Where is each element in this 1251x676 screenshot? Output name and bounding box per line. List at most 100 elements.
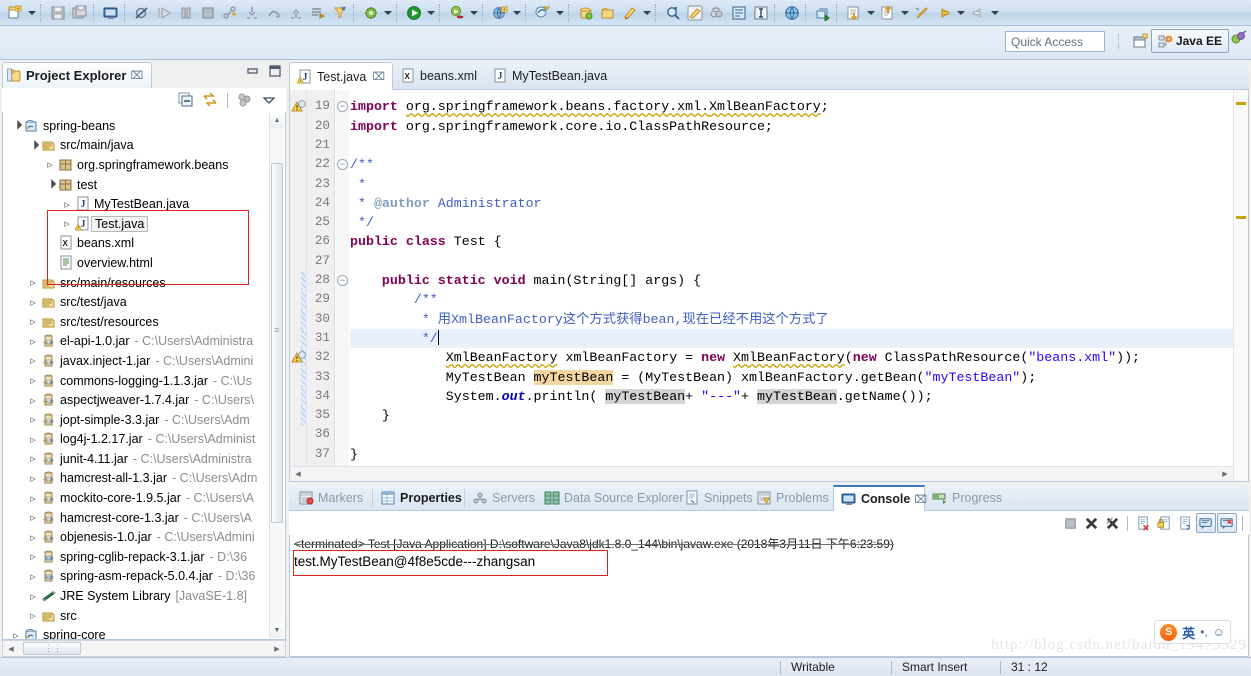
editor-folding-ruler[interactable]: − − − [336, 90, 349, 481]
display-selected-console-icon[interactable] [1196, 513, 1216, 533]
next-annotation-arrow[interactable] [899, 2, 911, 24]
view-menu-icon[interactable] [258, 90, 280, 110]
coverage-dropdown-arrow[interactable] [468, 2, 480, 24]
editor-horizontal-scrollbar[interactable]: ◀ ▶ [290, 466, 1233, 481]
tree-item[interactable]: spring-core [3, 625, 285, 639]
console-tab[interactable]: Data Source Explorer [537, 485, 684, 511]
step-return-icon[interactable] [285, 2, 307, 24]
run-dropdown-arrow[interactable] [425, 2, 437, 24]
tree-item[interactable]: 010 javax.inject-1.jar - C:\Users\Admini [3, 351, 285, 371]
code-line[interactable]: System.out.println( myTestBean+ "---"+ m… [350, 387, 933, 406]
code-line[interactable]: import org.springframework.beans.factory… [350, 97, 829, 116]
tree-expand-toggle-icon[interactable] [9, 629, 23, 639]
tree-item[interactable]: J MyTestBean.java [3, 194, 285, 214]
tree-expand-toggle-icon[interactable] [26, 413, 40, 426]
tree-item[interactable]: 010 junit-4.11.jar - C:\Users\Administra [3, 449, 285, 469]
coverage-icon[interactable] [446, 2, 468, 24]
tree-expand-toggle-icon[interactable] [26, 374, 40, 387]
tree-item[interactable]: 010 el-api-1.0.jar - C:\Users\Administra [3, 332, 285, 352]
tree-expand-toggle-icon[interactable] [26, 570, 40, 583]
scroll-left-arrow[interactable]: ◀ [3, 641, 19, 656]
tree-expand-toggle-icon[interactable] [43, 158, 57, 171]
open-web-browser-icon[interactable] [781, 2, 803, 24]
open-perspective-icon[interactable] [812, 2, 834, 24]
new-java-package-icon[interactable] [619, 2, 641, 24]
collapse-all-icon[interactable] [175, 90, 197, 110]
code-line[interactable]: * 用XmlBeanFactory这个方式获得bean,现在已经不用这个方式了 [350, 310, 829, 329]
tree-expand-toggle-icon[interactable] [60, 198, 74, 211]
scroll-down-arrow[interactable]: ▼ [270, 623, 284, 638]
terminate-icon[interactable] [197, 2, 219, 24]
back-icon[interactable] [933, 2, 955, 24]
tree-expand-toggle-icon[interactable] [26, 492, 40, 505]
ime-emoji-icon[interactable]: ☺ [1213, 625, 1225, 639]
fold-toggle-icon[interactable]: − [337, 275, 348, 286]
search-icon[interactable] [662, 2, 684, 24]
forward-icon[interactable] [967, 2, 989, 24]
ime-punctuation-toggle[interactable]: •, [1200, 625, 1208, 639]
tree-item[interactable]: src [3, 606, 285, 626]
tree-item[interactable]: 010 spring-asm-repack-5.0.4.jar - D:\36 [3, 567, 285, 587]
toolbar-drag-handle[interactable] [1118, 34, 1119, 50]
save-all-icon[interactable] [69, 2, 91, 24]
open-perspective-button[interactable] [1129, 31, 1151, 52]
tree-vertical-scrollbar[interactable]: ▲ ▼ [269, 113, 284, 638]
code-line[interactable]: * @author Administrator [350, 194, 542, 213]
tree-item[interactable]: src/main/java [3, 136, 285, 156]
quick-access-input[interactable]: Quick Access [1005, 31, 1105, 52]
skip-breakpoints-icon[interactable] [131, 2, 153, 24]
tree-expand-toggle-icon[interactable] [26, 511, 40, 524]
code-line[interactable]: XmlBeanFactory xmlBeanFactory = new XmlB… [350, 348, 1140, 367]
tree-expand-toggle-icon[interactable] [26, 296, 40, 309]
code-line[interactable]: import org.springframework.core.io.Class… [350, 117, 773, 136]
tree-item[interactable]: src/test/resources [3, 312, 285, 332]
code-line[interactable]: /** [350, 155, 374, 174]
use-step-filters-icon[interactable] [329, 2, 351, 24]
scroll-right-arrow[interactable]: ▶ [269, 641, 285, 656]
close-icon[interactable]: ⌧ [372, 70, 385, 83]
tree-item[interactable]: 010 log4j-1.2.17.jar - C:\Users\Administ [3, 430, 285, 450]
tree-item[interactable]: 010 jopt-simple-3.3.jar - C:\Users\Adm [3, 410, 285, 430]
previous-annotation-arrow[interactable] [865, 2, 877, 24]
spring-dropdown-arrow[interactable] [554, 2, 566, 24]
tree-item[interactable]: 010 hamcrest-all-1.3.jar - C:\Users\Adm [3, 469, 285, 489]
tree-expand-toggle-icon[interactable] [9, 120, 23, 131]
code-line[interactable]: /** [350, 290, 438, 309]
tree-item[interactable]: org.springframework.beans [3, 155, 285, 175]
highlight-icon[interactable] [684, 2, 706, 24]
perspective-switcher-extra[interactable] [1229, 30, 1249, 52]
fold-toggle-icon[interactable]: − [337, 101, 348, 113]
scroll-right-arrow[interactable]: ▶ [1217, 467, 1233, 480]
tree-item[interactable]: 010 hamcrest-core-1.3.jar - C:\Users\A [3, 508, 285, 528]
code-line[interactable]: } [350, 445, 358, 464]
previous-annotation-icon[interactable] [843, 2, 865, 24]
tree-expand-toggle-icon[interactable] [26, 354, 40, 367]
tree-item[interactable]: 010 objenesis-1.0.jar - C:\Users\Admini [3, 527, 285, 547]
tree-expand-toggle-icon[interactable] [60, 217, 74, 230]
tree-expand-toggle-icon[interactable] [26, 590, 40, 603]
open-task-icon[interactable] [597, 2, 619, 24]
drop-to-frame-icon[interactable] [307, 2, 329, 24]
console-tab[interactable]: Servers [465, 485, 537, 511]
debug-icon[interactable] [360, 2, 382, 24]
save-icon[interactable] [47, 2, 69, 24]
tree-item[interactable]: src/main/resources [3, 273, 285, 293]
code-line[interactable]: */ [350, 213, 374, 232]
run-icon[interactable] [403, 2, 425, 24]
tree-item[interactable]: 010 mockito-core-1.9.5.jar - C:\Users\A [3, 488, 285, 508]
console-tab[interactable]: Problems [749, 485, 833, 511]
toggle-block-selection-icon[interactable] [728, 2, 750, 24]
debug-dropdown-arrow[interactable] [382, 2, 394, 24]
tree-horizontal-scrollbar[interactable]: ◀ ▶ [2, 640, 286, 657]
open-console-icon[interactable] [100, 2, 122, 24]
filter-icon[interactable] [234, 90, 256, 110]
tree-item[interactable]: test [3, 175, 285, 195]
new-dropdown-arrow[interactable] [26, 2, 38, 24]
tree-expand-toggle-icon[interactable] [26, 433, 40, 446]
tree-item[interactable]: spring-beans [3, 116, 285, 136]
new-wizard-icon[interactable] [4, 2, 26, 24]
tree-expand-toggle-icon[interactable] [26, 472, 40, 485]
tree-expand-toggle-icon[interactable] [26, 609, 40, 622]
scroll-up-arrow[interactable]: ▲ [270, 113, 284, 128]
resume-icon[interactable] [153, 2, 175, 24]
